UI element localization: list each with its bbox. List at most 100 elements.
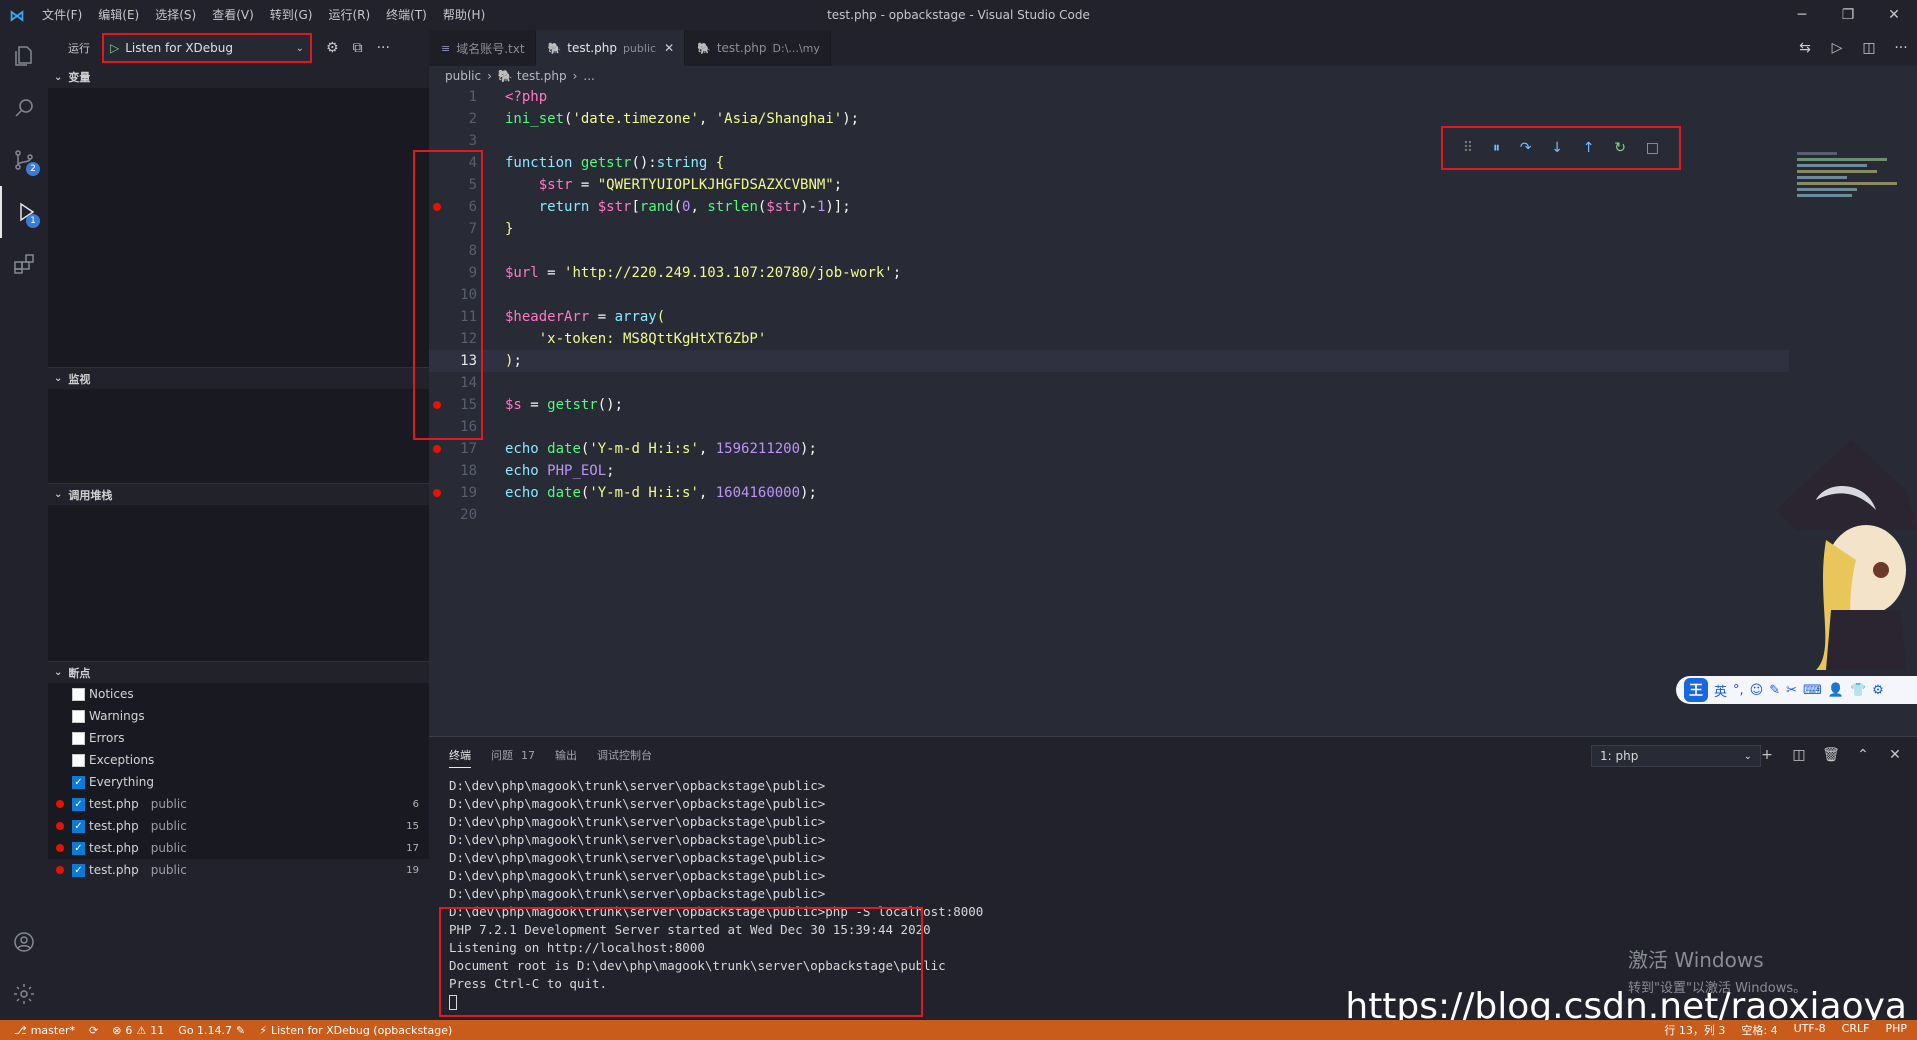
checkbox[interactable] — [72, 687, 85, 701]
tab-output[interactable]: 输出 — [555, 743, 577, 767]
punctuation-icon[interactable]: °, — [1733, 683, 1744, 698]
menu-selection[interactable]: 选择(S) — [147, 0, 204, 30]
close-icon[interactable]: ✕ — [664, 41, 674, 55]
extensions-icon[interactable] — [0, 238, 48, 290]
breakpoints-section-header[interactable]: ⌄ 断点 — [48, 661, 429, 683]
more-actions-icon[interactable]: ··· — [1885, 40, 1917, 56]
eol[interactable]: CRLF — [1842, 1022, 1870, 1038]
minimize-button[interactable]: ─ — [1779, 0, 1825, 30]
checkbox-checked[interactable]: ✓ — [72, 841, 85, 855]
file-breakpoint[interactable]: ✓ test.php public 19 — [48, 859, 429, 881]
handwrite-icon[interactable]: ✎ — [1769, 683, 1780, 698]
breadcrumb-file[interactable]: test.php — [517, 69, 567, 83]
tab-terminal[interactable]: 终端 — [449, 743, 471, 768]
checkbox[interactable] — [72, 709, 85, 723]
file-breakpoint[interactable]: ✓ test.php public 6 — [48, 793, 429, 815]
exception-bp-warnings[interactable]: Warnings — [48, 705, 429, 727]
branch-status[interactable]: ⎇ master* — [14, 1024, 75, 1037]
stop-icon[interactable]: □ — [1646, 140, 1659, 156]
menu-view[interactable]: 查看(V) — [204, 0, 262, 30]
more-actions-icon[interactable]: ··· — [377, 40, 390, 56]
new-terminal-icon[interactable]: + — [1751, 743, 1783, 767]
explorer-icon[interactable] — [0, 30, 48, 82]
split-editor-icon[interactable]: ◫ — [1853, 40, 1885, 56]
tab-test-php-public[interactable]: 🐘 test.php public ✕ — [535, 30, 686, 66]
step-out-icon[interactable]: ↑ — [1583, 140, 1595, 156]
checkbox[interactable] — [72, 731, 85, 745]
close-panel-icon[interactable]: ✕ — [1879, 743, 1911, 767]
variables-section-header[interactable]: ⌄ 变量 — [48, 66, 429, 88]
menu-edit[interactable]: 编辑(E) — [90, 0, 147, 30]
ime-settings-icon[interactable]: ⚙ — [1872, 683, 1884, 698]
trash-icon[interactable]: 🗑 — [1815, 743, 1847, 767]
settings-gear-icon[interactable] — [0, 968, 48, 1020]
gear-icon[interactable]: ⚙ — [326, 40, 339, 56]
account-icon[interactable] — [0, 916, 48, 968]
problems-status[interactable]: ⊗ 6 ⚠ 11 — [112, 1024, 164, 1037]
debug-config-select[interactable]: ▷ Listen for XDebug ⌄ — [102, 33, 312, 63]
tab-problems[interactable]: 问题 17 — [491, 743, 535, 767]
checkbox-checked[interactable]: ✓ — [72, 775, 85, 789]
tab-debug-console[interactable]: 调试控制台 — [597, 743, 652, 767]
source-control-icon[interactable]: 2 — [0, 134, 48, 186]
sync-icon[interactable]: ⟳ — [89, 1024, 98, 1037]
breakpoint-dot-icon[interactable] — [433, 203, 441, 211]
code-editor[interactable]: public › 🐘 test.php › ... 1 <?php 2 ini_se… — [413, 66, 1917, 736]
step-into-icon[interactable]: ↓ — [1551, 140, 1563, 156]
tab-domain-accounts[interactable]: ≡ 域名账号.txt — [429, 30, 536, 66]
step-over-icon[interactable]: ↷ — [1520, 140, 1532, 156]
tab-test-php-my[interactable]: 🐘 test.php D:\...\my — [685, 30, 831, 66]
terminal-output[interactable]: D:\dev\php\magook\trunk\server\opbacksta… — [449, 777, 983, 1011]
file-breakpoint[interactable]: ✓ test.php public 17 — [48, 837, 429, 859]
menu-help[interactable]: 帮助(H) — [435, 0, 493, 30]
go-version-status[interactable]: Go 1.14.7 ✎ — [178, 1024, 245, 1037]
menu-go[interactable]: 转到(G) — [262, 0, 321, 30]
compare-icon[interactable]: ⇆ — [1789, 40, 1821, 56]
keyboard-icon[interactable]: ⌨ — [1803, 683, 1822, 698]
user-icon[interactable]: 👤 — [1828, 683, 1844, 698]
checkbox-checked[interactable]: ✓ — [72, 863, 85, 877]
search-icon[interactable] — [0, 82, 48, 134]
breakpoint-dot-icon[interactable] — [433, 489, 441, 497]
menu-terminal[interactable]: 终端(T) — [378, 0, 435, 30]
checkbox-checked[interactable]: ✓ — [72, 819, 85, 833]
maximize-panel-icon[interactable]: ⌃ — [1847, 743, 1879, 767]
drag-handle-icon[interactable]: ⠿ — [1463, 140, 1473, 156]
cursor-position[interactable]: 行 13，列 3 — [1664, 1022, 1725, 1038]
exception-bp-everything[interactable]: ✓ Everything — [48, 771, 429, 793]
start-debug-icon[interactable]: ▷ — [110, 41, 119, 55]
run-file-icon[interactable]: ▷ — [1821, 40, 1853, 56]
file-breakpoint[interactable]: ✓ test.php public 15 — [48, 815, 429, 837]
exception-bp-errors[interactable]: Errors — [48, 727, 429, 749]
exception-bp-exceptions[interactable]: Exceptions — [48, 749, 429, 771]
terminal-select[interactable]: 1: php ⌄ — [1591, 745, 1761, 767]
checkbox[interactable] — [72, 753, 85, 767]
debug-console-icon[interactable]: ⧉ — [353, 40, 363, 56]
breadcrumb-more[interactable]: ... — [583, 69, 594, 83]
minimap[interactable] — [1797, 152, 1907, 312]
emoji-icon[interactable]: ☺ — [1750, 683, 1764, 698]
indentation[interactable]: 空格: 4 — [1741, 1022, 1777, 1038]
close-window-button[interactable]: ✕ — [1871, 0, 1917, 30]
language-mode[interactable]: PHP — [1885, 1022, 1907, 1038]
checkbox-checked[interactable]: ✓ — [72, 797, 85, 811]
encoding[interactable]: UTF-8 — [1794, 1022, 1826, 1038]
split-terminal-icon[interactable]: ◫ — [1783, 743, 1815, 767]
restart-icon[interactable]: ↻ — [1614, 140, 1626, 156]
menu-file[interactable]: 文件(F) — [34, 0, 90, 30]
callstack-section-header[interactable]: ⌄ 调用堆栈 — [48, 483, 429, 505]
menu-run[interactable]: 运行(R) — [320, 0, 378, 30]
breakpoint-dot-icon[interactable] — [433, 401, 441, 409]
screenshot-icon[interactable]: ✂ — [1786, 683, 1797, 698]
pause-icon[interactable]: ⏸ — [1493, 140, 1500, 156]
restore-button[interactable]: ❐ — [1825, 0, 1871, 30]
skin-icon[interactable]: 👕 — [1850, 683, 1866, 698]
breadcrumb-folder[interactable]: public — [445, 69, 481, 83]
debug-status[interactable]: ⚡ Listen for XDebug (opbackstage) — [259, 1024, 452, 1037]
breakpoint-dot-icon[interactable] — [433, 445, 441, 453]
ime-toolbar[interactable]: 王 英 °, ☺ ✎ ✂ ⌨ 👤 👕 ⚙ — [1676, 676, 1917, 704]
ime-mode-toggle[interactable]: 英 — [1714, 681, 1727, 700]
run-debug-icon[interactable]: 1 — [0, 186, 48, 238]
watch-section-header[interactable]: ⌄ 监视 — [48, 367, 429, 389]
exception-bp-notices[interactable]: Notices — [48, 683, 429, 705]
